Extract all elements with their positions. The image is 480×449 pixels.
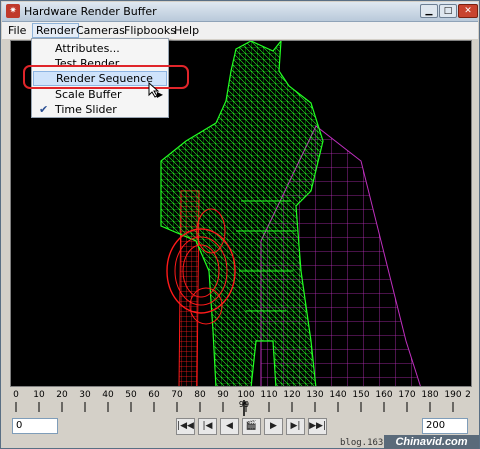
menu-item-label: Scale Buffer: [55, 88, 122, 101]
menu-item-label: Attributes...: [55, 42, 120, 55]
menu-item-label: Time Slider: [55, 103, 117, 116]
app-icon: ✷: [6, 4, 20, 18]
menu-bar: File Render Cameras Flipbooks Help: [2, 22, 478, 39]
step-back-key-button[interactable]: |◀: [198, 418, 217, 435]
menu-help[interactable]: Help: [171, 23, 202, 38]
title-bar[interactable]: ✷ Hardware Render Buffer ▁ □ ✕: [2, 2, 478, 22]
menu-cameras[interactable]: Cameras: [73, 23, 128, 38]
menu-item-attributes[interactable]: Attributes...: [33, 41, 167, 56]
start-frame-field[interactable]: 0: [12, 418, 58, 434]
current-frame-label: 99: [238, 400, 250, 409]
maximize-button[interactable]: □: [439, 4, 457, 18]
watermark-brand: Chinavid.com: [384, 435, 479, 449]
go-to-end-button[interactable]: ▶▶|: [308, 418, 327, 435]
minimize-button[interactable]: ▁: [420, 4, 438, 18]
window-title: Hardware Render Buffer: [24, 5, 157, 18]
hardware-render-buffer-window: ✷ Hardware Render Buffer ▁ □ ✕ File Rend…: [0, 0, 480, 449]
menu-item-time-slider[interactable]: ✔ Time Slider: [33, 102, 167, 117]
play-button[interactable]: ▶: [264, 418, 283, 435]
menu-item-scale-buffer[interactable]: Scale Buffer ▶: [33, 87, 167, 102]
mouse-cursor-icon: [148, 82, 160, 98]
annotation-highlight-ring: [23, 65, 189, 89]
step-forward-key-button[interactable]: ▶|: [286, 418, 305, 435]
time-slider-ruler[interactable]: 0 10 20 30 40 50 60 70 80 90 100 110 120…: [10, 388, 472, 416]
render-clapper-button[interactable]: 🎬: [242, 418, 261, 435]
checkmark-icon: ✔: [39, 103, 49, 116]
end-frame-field[interactable]: 200: [422, 418, 468, 434]
step-back-frame-button[interactable]: ◀: [220, 418, 239, 435]
go-to-start-button[interactable]: |◀◀: [176, 418, 195, 435]
close-button[interactable]: ✕: [458, 4, 478, 18]
menu-file[interactable]: File: [5, 23, 29, 38]
